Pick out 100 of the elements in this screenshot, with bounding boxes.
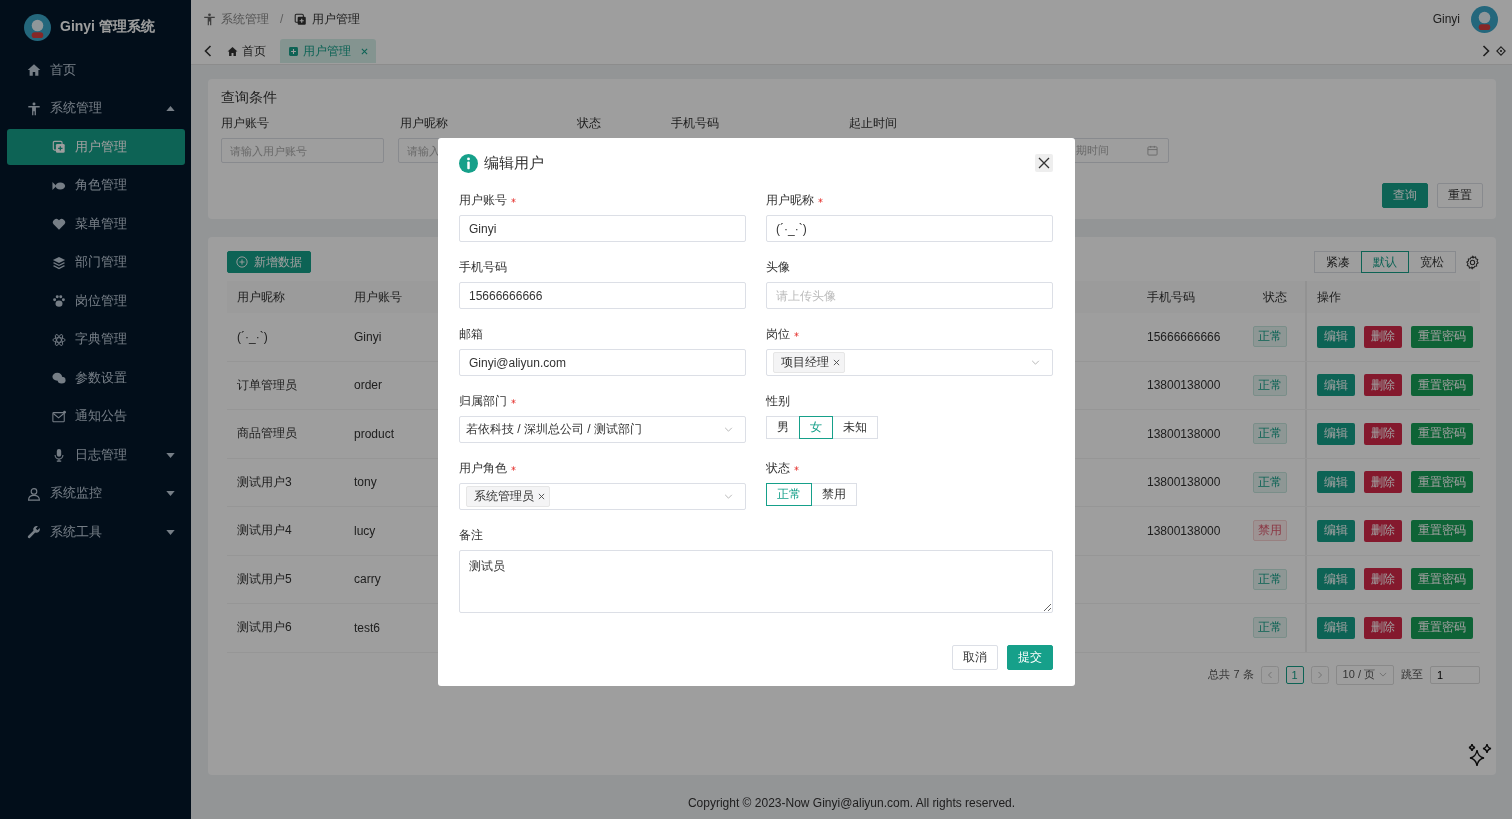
row-action-button[interactable]: 重置密码 xyxy=(1411,568,1473,591)
row-action-button[interactable]: 重置密码 xyxy=(1411,422,1473,445)
row-action-button[interactable]: 删除 xyxy=(1364,374,1402,397)
chevron-left-icon[interactable] xyxy=(203,45,213,57)
row-action-button[interactable]: 删除 xyxy=(1364,568,1402,591)
radio-button[interactable]: 女 xyxy=(799,416,833,439)
table-cell-text: 13800138000 xyxy=(1146,378,1222,393)
select-field[interactable]: 系统管理员 xyxy=(459,483,746,510)
menu-item[interactable]: 参数设置 xyxy=(7,360,185,396)
selected-tag[interactable]: 系统管理员 xyxy=(466,486,550,507)
table-cell-text: 测试用户5 xyxy=(236,570,293,588)
caret-icon xyxy=(1379,672,1387,677)
row-action-button[interactable]: 删除 xyxy=(1364,325,1402,348)
table-cell-text: 订单管理员 xyxy=(236,376,298,394)
menu-item[interactable]: 首页 xyxy=(7,52,185,88)
row-action-button[interactable]: 编辑 xyxy=(1317,519,1355,542)
menu-item[interactable]: 系统工具 xyxy=(7,514,185,550)
page-size-select[interactable]: 10 / 页 xyxy=(1335,664,1394,685)
select-field[interactable]: 项目经理 xyxy=(766,349,1053,376)
radio-button[interactable]: 正常 xyxy=(766,483,812,506)
row-action-button[interactable]: 编辑 xyxy=(1317,471,1355,494)
field-label: 头像 xyxy=(766,259,790,275)
status-tag: 正常 xyxy=(1253,471,1287,493)
row-action-button[interactable]: 重置密码 xyxy=(1411,519,1473,542)
filter-label: 用户昵称 xyxy=(400,115,449,131)
dialog-button[interactable]: 取消 xyxy=(952,645,998,670)
query-button[interactable]: 查询 xyxy=(1382,183,1428,208)
row-action-button[interactable]: 编辑 xyxy=(1317,374,1355,397)
field-label: 用户角色 xyxy=(459,460,507,476)
menu-item[interactable]: 字典管理 xyxy=(7,321,185,358)
menu-item[interactable]: 部门管理 xyxy=(7,244,185,281)
row-action-button[interactable]: 重置密码 xyxy=(1411,325,1473,348)
text-field[interactable]: Ginyi@aliyun.com xyxy=(459,349,746,376)
row-action-button[interactable]: 重置密码 xyxy=(1411,616,1473,639)
menu-item[interactable]: 系统管理 xyxy=(7,90,185,127)
text-field[interactable]: (´·_·`) xyxy=(766,215,1053,242)
row-action-button[interactable]: 删除 xyxy=(1364,471,1402,494)
row-action-button[interactable]: 删除 xyxy=(1364,519,1402,542)
row-action-button[interactable]: 编辑 xyxy=(1317,616,1355,639)
density-option[interactable]: 紧凑 xyxy=(1314,251,1362,273)
radio-button[interactable]: 禁用 xyxy=(811,483,857,506)
user-name: Ginyi xyxy=(1432,12,1460,26)
close-icon[interactable] xyxy=(833,359,840,366)
radio-button[interactable]: 男 xyxy=(766,416,800,439)
row-action-button[interactable]: 编辑 xyxy=(1317,325,1355,348)
table-cell-text: 13800138000 xyxy=(1146,426,1222,441)
required-icon xyxy=(511,465,516,471)
table-cell-text: 测试用户6 xyxy=(236,619,293,637)
breadcrumb-separator: / xyxy=(280,12,284,26)
wrench-icon xyxy=(27,525,41,539)
menu-item[interactable]: 用户管理 xyxy=(7,129,185,165)
chevron-right-icon[interactable] xyxy=(1481,45,1491,57)
info-icon xyxy=(459,153,478,173)
table-cell-text: lucy xyxy=(353,523,377,538)
close-button[interactable] xyxy=(1035,154,1053,172)
density-option[interactable]: 宽松 xyxy=(1408,251,1456,273)
row-action-button[interactable]: 删除 xyxy=(1364,422,1402,445)
chat-icon xyxy=(52,371,66,385)
status-tag: 正常 xyxy=(1253,568,1287,590)
selected-tag[interactable]: 项目经理 xyxy=(773,352,845,373)
table-cell-text: test6 xyxy=(353,620,381,635)
row-action-button[interactable]: 编辑 xyxy=(1317,422,1355,445)
menu-item[interactable]: 角色管理 xyxy=(7,167,185,204)
settings-icon[interactable] xyxy=(1465,254,1480,270)
table-cell-text: order xyxy=(353,378,383,393)
caret-icon xyxy=(724,427,733,432)
user-avatar-icon[interactable] xyxy=(1471,5,1498,33)
column-header: 用户账号 xyxy=(353,288,403,306)
menu-item[interactable]: 岗位管理 xyxy=(7,283,185,319)
page-tab[interactable]: 首页 xyxy=(219,39,274,63)
row-action-button[interactable]: 重置密码 xyxy=(1411,374,1473,397)
row-action-button[interactable]: 重置密码 xyxy=(1411,471,1473,494)
remark-field[interactable]: 测试员 xyxy=(459,550,1053,613)
radio-button[interactable]: 未知 xyxy=(832,416,878,439)
text-field[interactable]: 15666666666 xyxy=(459,282,746,309)
dialog-button[interactable]: 提交 xyxy=(1007,645,1053,670)
table-cell-text: 15666666666 xyxy=(1146,329,1222,344)
add-button[interactable]: 新增数据 xyxy=(227,251,311,273)
breadcrumb-link[interactable]: 系统管理 xyxy=(221,10,269,28)
table-cell-text: (´·_·`) xyxy=(236,329,269,344)
jump-field[interactable]: 1 xyxy=(1430,665,1480,684)
text-field[interactable]: Ginyi xyxy=(459,215,746,242)
menu-item[interactable]: 通知公告 xyxy=(7,398,185,435)
page-number-button[interactable]: 1 xyxy=(1285,665,1304,684)
density-option[interactable]: 默认 xyxy=(1361,251,1409,273)
field-label: 用户昵称 xyxy=(766,192,814,208)
column-header: 操作 xyxy=(1305,281,1480,313)
menu-item[interactable]: 日志管理 xyxy=(7,437,185,473)
calendar-icon xyxy=(1147,145,1158,156)
query-button[interactable]: 重置 xyxy=(1437,183,1483,208)
row-action-button[interactable]: 删除 xyxy=(1364,616,1402,639)
row-action-button[interactable]: 编辑 xyxy=(1317,568,1355,591)
figure-icon xyxy=(203,12,216,26)
menu-item[interactable]: 菜单管理 xyxy=(7,206,185,242)
close-icon[interactable] xyxy=(538,493,545,500)
menu-item[interactable]: 系统监控 xyxy=(7,475,185,512)
field-label: 归属部门 xyxy=(459,393,507,409)
select-field[interactable]: 若依科技 / 深圳总公司 / 测试部门 xyxy=(459,416,746,443)
diamond-icon[interactable] xyxy=(1496,45,1506,57)
sparkle-icon[interactable] xyxy=(1467,742,1493,768)
